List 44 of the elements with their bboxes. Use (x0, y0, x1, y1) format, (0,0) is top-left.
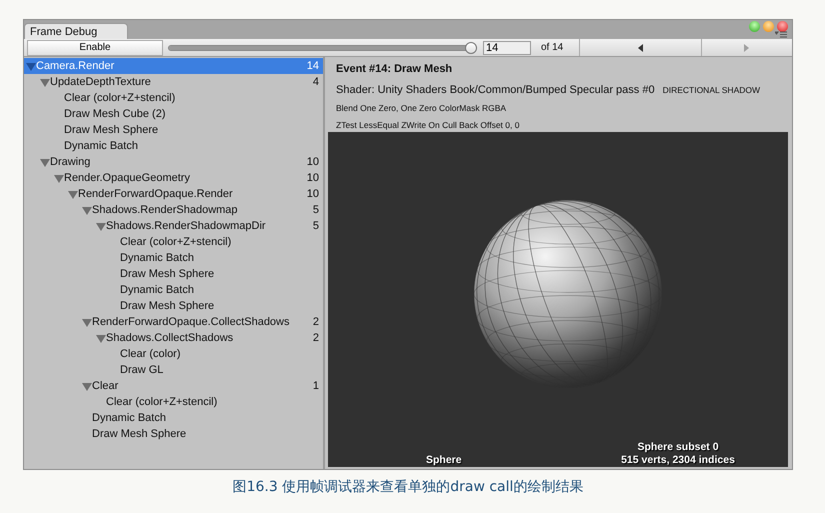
menu-icon[interactable] (775, 31, 787, 38)
tree-item[interactable]: Clear (color+Z+stencil) (24, 90, 323, 106)
render-state: Blend One Zero, One Zero ColorMask RGBA (336, 103, 508, 113)
tree-item[interactable]: RenderForwardOpaque.CollectShadows 2 (24, 314, 323, 330)
tree-item[interactable]: Shadows.RenderShadowmapDir 5 (24, 218, 323, 234)
window-tab[interactable]: Frame Debug (24, 23, 128, 39)
tree-item[interactable]: Shadows.CollectShadows 2 (24, 330, 323, 346)
tree-item[interactable]: Camera.Render 14 (24, 58, 323, 74)
shader-keywords: DIRECTIONAL SHADOW (662, 85, 760, 95)
tree-item[interactable]: Dynamic Batch (24, 250, 323, 266)
tree-item[interactable]: Draw Mesh Sphere (24, 298, 323, 314)
tree-item[interactable]: UpdateDepthTexture 4 (24, 74, 323, 90)
tree-item[interactable]: Clear 1 (24, 378, 323, 394)
figure-caption: 图16.3 使用帧调试器来查看单独的draw call的绘制结果 (232, 479, 584, 495)
mesh-name: Sphere (426, 454, 462, 467)
tree-item[interactable]: Draw Mesh Cube (2) (24, 106, 323, 122)
tree-item[interactable]: Draw Mesh Sphere (24, 266, 323, 282)
event-total: of 14 (541, 42, 564, 53)
event-title: Event #14: Draw Mesh (336, 63, 454, 77)
tree-item[interactable]: RenderForwardOpaque.Render 10 (24, 186, 323, 202)
mesh-stats: 515 verts, 2304 indices (620, 454, 736, 467)
tree-item[interactable]: Dynamic Batch (24, 282, 323, 298)
tree-item[interactable]: Clear (color) (24, 346, 323, 362)
tree-item[interactable]: Clear (color+Z+stencil) (24, 394, 323, 410)
tree-item[interactable]: Drawing 10 (24, 154, 323, 170)
subset-label: Sphere subset 0 (636, 441, 720, 454)
shader-name: Shader: Unity Shaders Book/Common/Bumped Specular pass #0 (336, 84, 655, 96)
tree-item[interactable]: Render.OpaqueGeometry 10 (24, 170, 323, 186)
event-slider[interactable] (168, 42, 477, 54)
render-state: ZTest LessEqual ZWrite On Cull Back Offset 0, 0 (336, 120, 520, 130)
tree-item[interactable]: Draw Mesh Sphere (24, 426, 323, 442)
tree-item[interactable]: Draw Mesh Sphere (24, 122, 323, 138)
triangle-icon[interactable] (82, 382, 92, 390)
tree-item[interactable]: Shadows.RenderShadowmap 5 (24, 202, 323, 218)
slider-thumb[interactable] (465, 42, 477, 54)
tree-item[interactable]: Clear (color+Z+stencil) (24, 234, 323, 250)
tree-item[interactable]: Draw GL (24, 362, 323, 378)
minimize-button[interactable] (763, 21, 774, 32)
maximize-button[interactable] (749, 21, 760, 32)
event-field[interactable]: 14 (483, 40, 531, 54)
tree-item[interactable]: Dynamic Batch (24, 138, 323, 154)
tree-item[interactable]: Dynamic Batch (24, 410, 323, 426)
close-button[interactable] (777, 21, 788, 32)
enable-button[interactable]: Enable (27, 40, 163, 56)
